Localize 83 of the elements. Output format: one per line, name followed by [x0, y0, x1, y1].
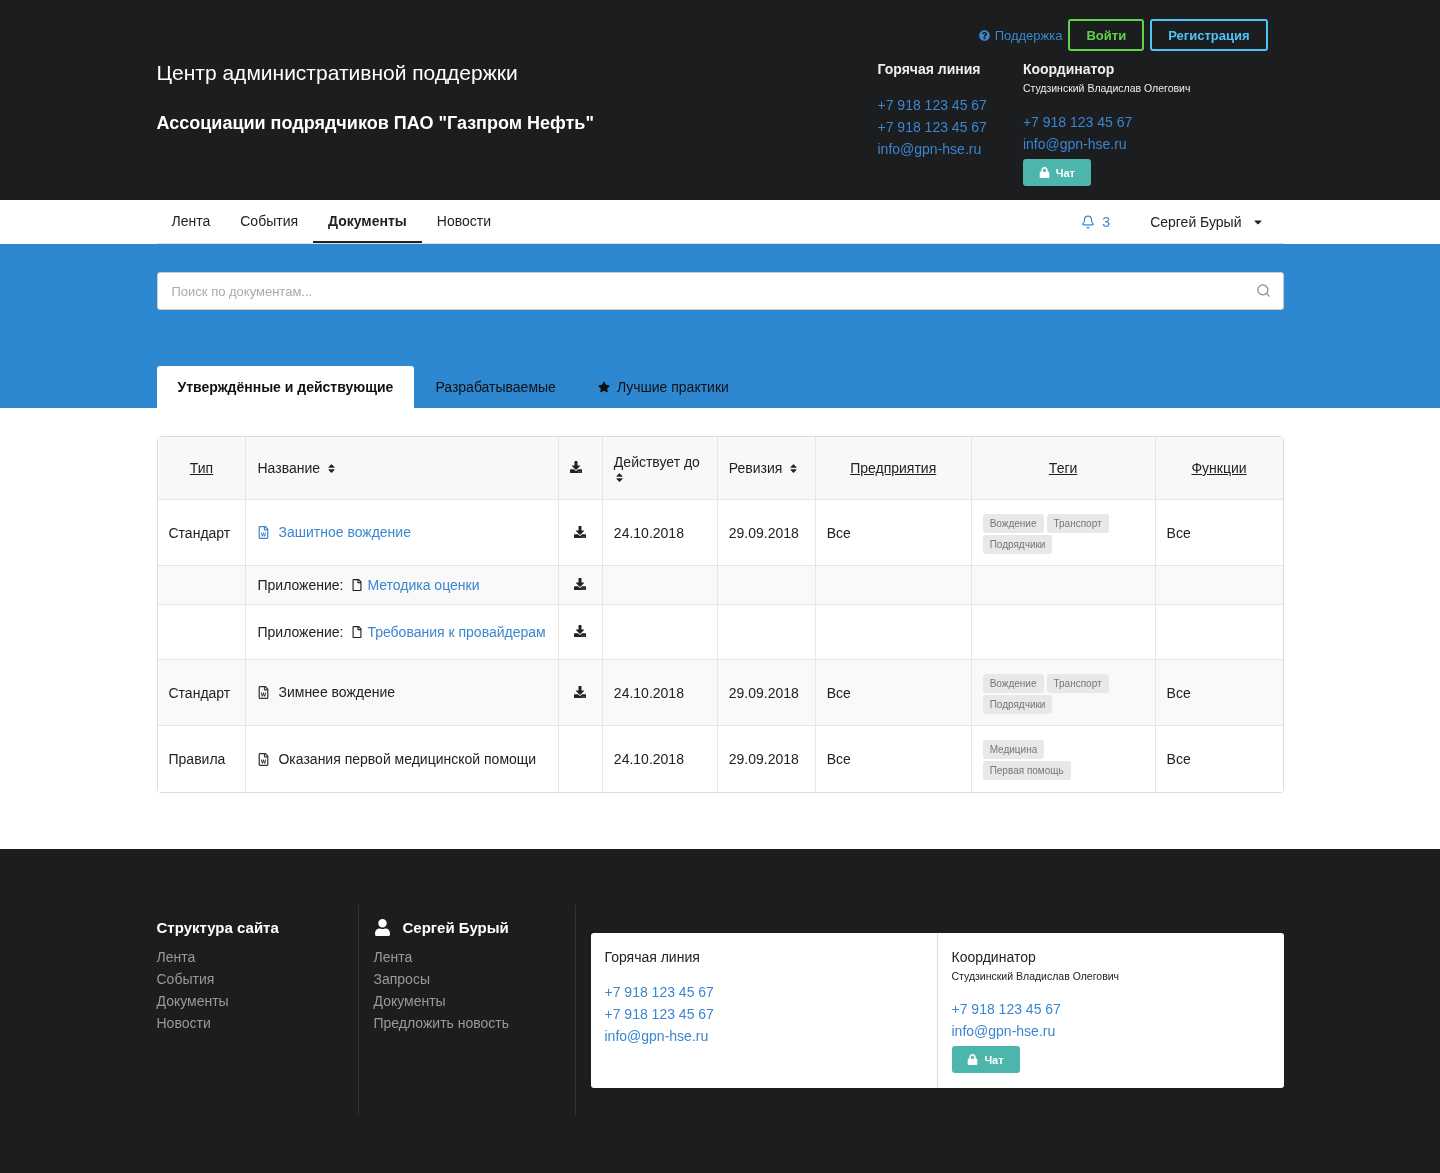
- download-icon: [569, 461, 582, 473]
- tab[interactable]: Лучшие практики: [576, 366, 750, 408]
- user-icon: [373, 919, 391, 936]
- email-link[interactable]: info@gpn-hse.ru: [1022, 133, 1191, 155]
- coordinator-name: Студзинский Владислав Олегович: [951, 970, 1121, 982]
- footer-link[interactable]: Документы: [373, 990, 560, 1012]
- column-header[interactable]: Тип: [168, 460, 235, 476]
- sort-icon: [613, 471, 625, 483]
- tag: Вождение: [982, 673, 1044, 693]
- phone-link[interactable]: +7 918 123 45 67: [1022, 111, 1191, 133]
- lock-icon: [1038, 167, 1050, 178]
- tag: Подрядчики: [982, 534, 1053, 554]
- site-subtitle: Ассоциации подрядчиков ПАО "Газпром Нефть": [156, 113, 594, 134]
- footer-link[interactable]: Предложить новость: [373, 1012, 560, 1034]
- tag: Медицина: [982, 740, 1045, 759]
- email-link[interactable]: info@gpn-hse.ru: [604, 1025, 923, 1047]
- table-cell: Правила: [157, 726, 247, 792]
- nav-tab[interactable]: Новости: [421, 200, 506, 243]
- coordinator-title: Координатор: [1022, 61, 1116, 77]
- phone-link[interactable]: +7 918 123 45 67: [951, 998, 1270, 1020]
- footer-link[interactable]: Лента: [373, 946, 560, 968]
- file-icon: [351, 578, 364, 591]
- support-link[interactable]: Поддержка: [978, 27, 1063, 43]
- notifications-link[interactable]: 3: [1081, 213, 1111, 230]
- document-name: Оказания первой медицинской помощи: [278, 750, 537, 767]
- coordinator-title: Координатор: [951, 949, 1037, 965]
- search-icon: [1255, 283, 1271, 298]
- footer-link[interactable]: Лента: [156, 946, 358, 968]
- table-cell-text: Все: [1165, 750, 1192, 769]
- coordinator-name: Студзинский Владислав Олегович: [1022, 82, 1191, 94]
- footer-user-name: Сергей Бурый: [402, 919, 509, 936]
- download-icon[interactable]: [574, 525, 587, 538]
- login-button[interactable]: Войти: [1068, 19, 1145, 51]
- help-icon: [978, 29, 990, 41]
- email-link[interactable]: info@gpn-hse.ru: [951, 1020, 1270, 1042]
- sort-icon: [326, 462, 338, 474]
- tag: Транспорт: [1046, 513, 1109, 533]
- download-icon[interactable]: [574, 625, 587, 637]
- word-file-icon: [257, 686, 271, 699]
- phone-link[interactable]: +7 918 123 45 67: [604, 1003, 923, 1025]
- user-menu[interactable]: Сергей Бурый: [1144, 212, 1270, 231]
- word-file-icon: [257, 526, 271, 539]
- star-icon: [597, 381, 610, 393]
- download-icon[interactable]: [574, 578, 587, 590]
- hotline-title: Горячая линия: [877, 61, 982, 77]
- lock-icon: [967, 1054, 979, 1065]
- tag: Вождение: [982, 513, 1044, 533]
- word-file-icon: [257, 752, 271, 766]
- file-icon: [351, 625, 364, 638]
- tag: Транспорт: [1046, 673, 1109, 693]
- phone-link[interactable]: +7 918 123 45 67: [877, 116, 987, 138]
- column-header[interactable]: Название: [257, 460, 338, 476]
- footer-link[interactable]: Документы: [156, 990, 358, 1012]
- column-header[interactable]: Ревизия: [728, 460, 800, 476]
- footer-link[interactable]: Запросы: [373, 968, 560, 990]
- document-link[interactable]: Методика оценки: [367, 576, 480, 593]
- sort-icon: [788, 462, 800, 474]
- phone-link[interactable]: +7 918 123 45 67: [604, 981, 923, 1003]
- footer-link[interactable]: События: [156, 968, 358, 990]
- table-cell: 29.09.2018: [717, 726, 816, 792]
- footer-link[interactable]: Новости: [156, 1012, 358, 1034]
- bell-icon: [1081, 214, 1096, 229]
- tag: Первая помощь: [982, 761, 1071, 780]
- site-title: Центр административной поддержки: [156, 61, 519, 85]
- hotline-title: Горячая линия: [604, 949, 701, 965]
- search-field[interactable]: Поиск по документам...: [156, 272, 1284, 310]
- phone-link[interactable]: +7 918 123 45 67: [877, 94, 987, 116]
- register-button[interactable]: Регистрация: [1150, 19, 1268, 51]
- email-link[interactable]: info@gpn-hse.ru: [877, 138, 987, 160]
- document-name: Зимнее вождение: [278, 684, 396, 700]
- table-cell: 24.10.2018: [602, 726, 718, 792]
- table-cell: Все: [815, 726, 972, 792]
- nav-tab[interactable]: Лента: [156, 200, 226, 243]
- footer-title: Структура сайта: [156, 919, 280, 936]
- tab[interactable]: Утверждённые и действующие: [156, 366, 415, 408]
- download-icon[interactable]: [574, 685, 587, 698]
- tag: Подрядчики: [982, 694, 1053, 714]
- attachment-label: Приложение:: [257, 576, 344, 593]
- tab[interactable]: Разрабатываемые: [414, 366, 577, 408]
- nav-tab[interactable]: События: [225, 200, 314, 243]
- document-link[interactable]: Требования к провайдерам: [367, 623, 546, 640]
- attachment-label: Приложение:: [257, 623, 344, 640]
- document-link[interactable]: Зашитное вождение: [278, 524, 411, 540]
